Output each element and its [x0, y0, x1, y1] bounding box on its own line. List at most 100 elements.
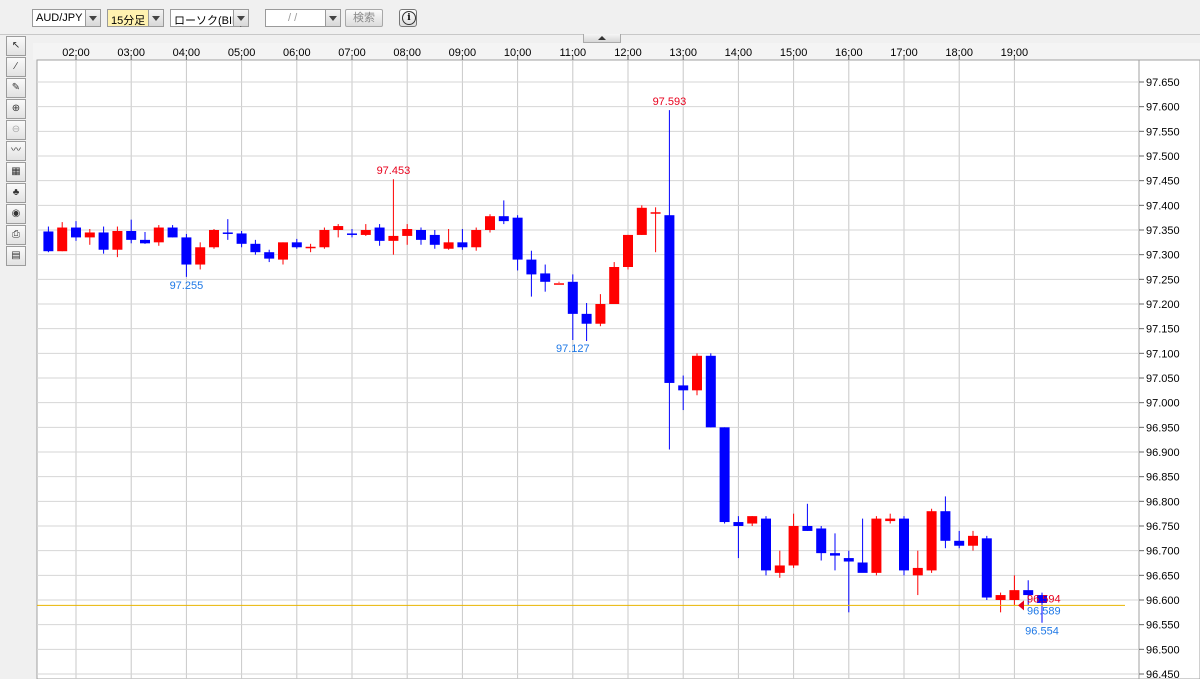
candle-body: [443, 242, 454, 249]
indicator-icon[interactable]: 〰: [6, 141, 26, 161]
candle-body: [374, 227, 385, 241]
plot-area: [36, 59, 1140, 679]
chevron-down-icon[interactable]: [233, 10, 248, 26]
candle-body: [581, 313, 592, 324]
x-tick-label: 15:00: [780, 47, 808, 59]
cursor-tool-icon[interactable]: ↖: [6, 36, 26, 56]
print-icon[interactable]: ⎙: [6, 225, 26, 245]
x-tick-label: 12:00: [614, 47, 642, 59]
y-axis-ticks: 97.650 97.600 97.550 97.500 97.450 97.400 97.3…: [1139, 77, 1180, 679]
y-tick-label: 97.200: [1146, 299, 1180, 311]
candle-body: [719, 427, 730, 523]
calendar-dropdown-icon[interactable]: [325, 10, 340, 26]
candles: [43, 110, 1047, 623]
timeframe-select[interactable]: 15分足: [107, 9, 164, 27]
x-tick-label: 16:00: [835, 47, 863, 59]
candle-body: [830, 553, 840, 556]
search-button[interactable]: 検索: [345, 9, 383, 27]
x-tick-label: 17:00: [890, 47, 918, 59]
candle-body: [774, 565, 785, 573]
zoom-in-icon[interactable]: ⊕: [6, 99, 26, 119]
candle-body: [429, 234, 440, 245]
chevron-down-icon[interactable]: [85, 10, 100, 26]
candle-body: [802, 526, 813, 531]
symbol-select-value: AUD/JPY: [36, 12, 83, 24]
eye-icon[interactable]: ◉: [6, 204, 26, 224]
candle-body: [747, 516, 758, 524]
bid-price-label: 96.589: [1027, 605, 1061, 617]
candle-body: [250, 243, 261, 253]
data-table-icon[interactable]: ▦: [6, 162, 26, 182]
candle-body: [140, 239, 150, 244]
candle-body: [71, 227, 81, 238]
candle-body: [871, 518, 882, 573]
date-input-value: / /: [288, 12, 298, 24]
y-tick-label: 97.100: [1146, 348, 1180, 360]
symbol-select[interactable]: AUD/JPY: [32, 9, 101, 27]
candle-body: [112, 230, 123, 250]
candle-body: [705, 355, 716, 428]
candle-body: [236, 233, 247, 244]
y-tick-label: 96.550: [1146, 620, 1180, 632]
candle-body: [360, 230, 371, 235]
x-tick-label: 04:00: [173, 47, 201, 59]
info-button[interactable]: i: [399, 9, 417, 27]
candle-body: [954, 540, 965, 546]
candle-body: [402, 229, 413, 236]
y-tick-label: 97.000: [1146, 398, 1180, 410]
candle-body: [333, 226, 344, 230]
candle-body: [885, 518, 896, 522]
y-tick-label: 96.700: [1146, 546, 1180, 558]
candle-body: [843, 558, 854, 562]
ask-price-label: 96.594: [1027, 593, 1061, 605]
candle-body: [153, 227, 164, 243]
y-tick-label: 97.300: [1146, 250, 1180, 262]
y-tick-label: 97.150: [1146, 324, 1180, 336]
candle-body: [857, 562, 868, 573]
candle-body: [650, 212, 661, 214]
info-icon: i: [402, 11, 416, 25]
x-tick-label: 11:00: [559, 47, 586, 59]
candle-body: [567, 281, 578, 314]
y-tick-label: 96.900: [1146, 447, 1180, 459]
chart-style-select[interactable]: ローソク(BID): [170, 9, 249, 27]
candle-body: [98, 232, 109, 250]
candle-body: [485, 216, 495, 230]
line-draw-tool-icon[interactable]: ∕: [6, 57, 26, 77]
x-tick-label: 07:00: [338, 47, 366, 59]
candle-body: [57, 227, 68, 252]
candlestick-chart[interactable]: 02:00 03:00 04:00 05:00 06:00 07:00 08:00 09:00…: [0, 0, 1200, 679]
candle-body: [761, 518, 771, 571]
candle-body: [305, 246, 316, 249]
candle-body: [526, 259, 537, 275]
y-axis-band: [1138, 59, 1200, 679]
y-tick-label: 96.800: [1146, 496, 1180, 508]
y-tick-label: 97.600: [1146, 102, 1180, 114]
x-axis-band: [33, 43, 1200, 60]
current-price-marker: [1018, 600, 1024, 611]
x-tick-label: 05:00: [228, 47, 256, 59]
candle-body: [995, 595, 1006, 600]
x-tick-label: 14:00: [725, 47, 753, 59]
candle-body: [623, 234, 633, 267]
candle-body: [347, 233, 357, 235]
candle-body: [291, 242, 302, 248]
collapse-tab-icon[interactable]: [583, 34, 621, 43]
clear-all-tool-icon[interactable]: ✎: [6, 78, 26, 98]
candle-body: [498, 216, 509, 222]
calculator-icon[interactable]: ▤: [6, 246, 26, 266]
chevron-down-icon[interactable]: [148, 10, 163, 26]
x-tick-label: 03:00: [117, 47, 145, 59]
y-tick-label: 96.650: [1146, 570, 1180, 582]
candle-body: [126, 230, 137, 240]
zoom-out-icon[interactable]: ⊖: [6, 120, 26, 140]
price-annotation: 97.593: [653, 96, 687, 108]
y-tick-label: 96.500: [1146, 644, 1180, 656]
tool-sidebar: ↖ ∕ ✎ ⊕ ⊖ 〰 ▦ ♣ ◉ ⎙ ▤: [6, 36, 28, 267]
y-tick-label: 96.950: [1146, 422, 1180, 434]
candle-body: [678, 385, 689, 391]
candle-body: [195, 247, 206, 265]
symbols-icon[interactable]: ♣: [6, 183, 26, 203]
date-input[interactable]: / /: [265, 9, 341, 27]
price-annotation: 97.255: [170, 280, 204, 292]
